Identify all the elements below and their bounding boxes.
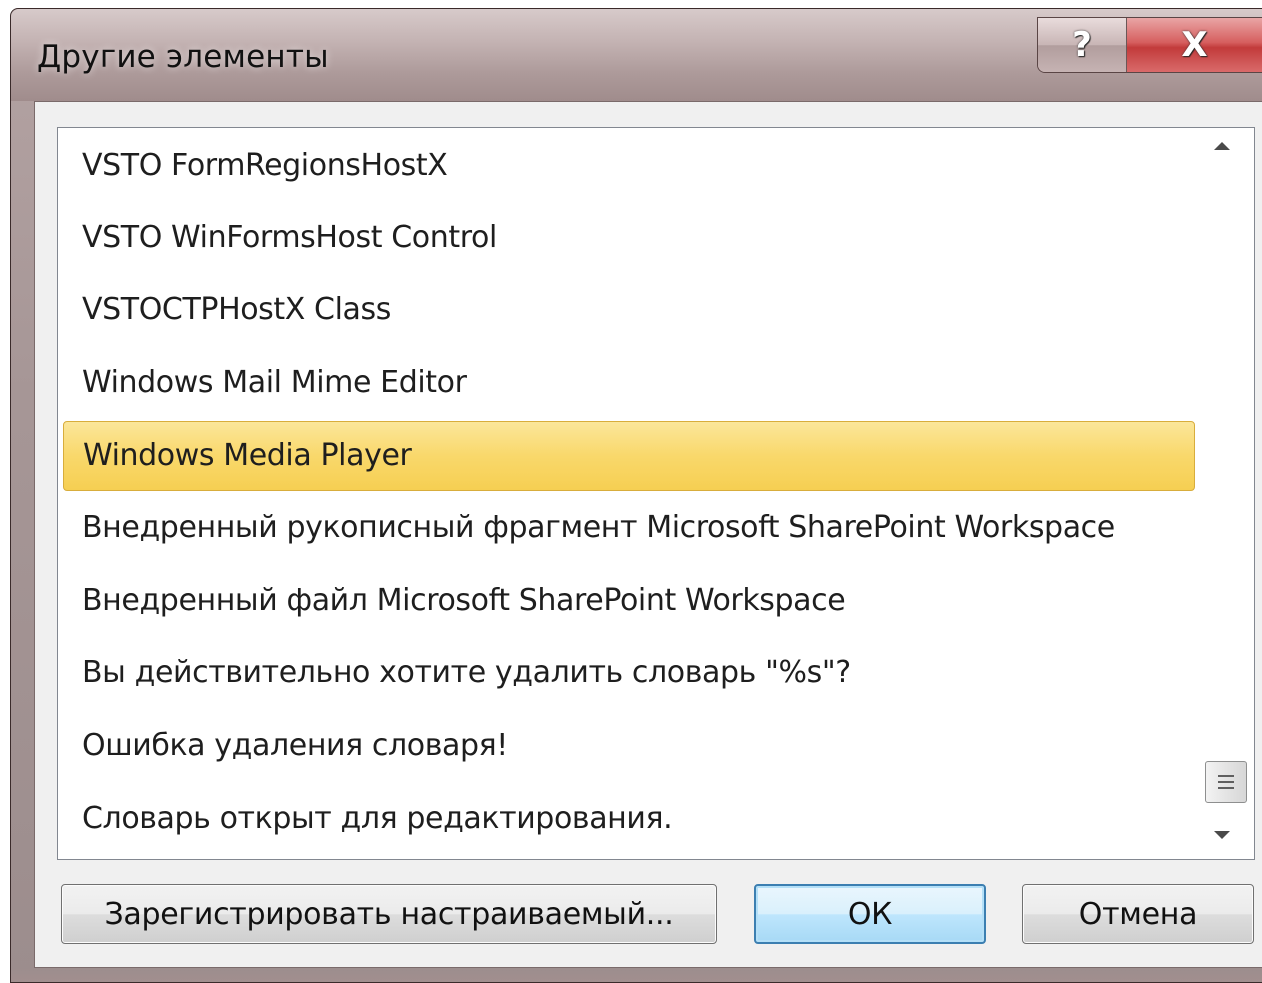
dialog-client-area: VSTO FormRegionsHostX VSTO WinFormsHost … [34,101,1262,968]
grip-line [1218,775,1234,777]
cancel-label: Отмена [1078,896,1198,932]
list-item[interactable]: VSTOCTPHostX Class [82,274,391,346]
list-item[interactable]: VSTO FormRegionsHostX [82,130,448,202]
list-item[interactable]: Словарь открыт для редактирования. [82,783,673,855]
dialog-window: Другие элементы ? X VSTO FormRegionsHost… [10,8,1262,983]
register-custom-label: Зарегистрировать настраиваемый... [104,896,674,932]
scroll-thumb[interactable] [1205,761,1247,803]
list-item-selected[interactable]: Windows Media Player [63,421,1195,491]
close-icon: X [1181,25,1208,65]
window-bottom-border [11,968,1262,982]
list-item[interactable]: Вы действительно хотите удалить словарь … [82,637,851,709]
list-item[interactable]: Внедренный файл Microsoft SharePoint Wor… [82,565,846,637]
help-icon: ? [1072,25,1092,65]
grip-line [1218,781,1234,783]
scroll-up-arrow-icon[interactable] [1214,142,1230,150]
caption-buttons: ? X [1037,17,1262,73]
list-item[interactable]: Windows Mail Mime Editor [82,347,467,419]
help-button[interactable]: ? [1038,18,1127,72]
vertical-scrollbar[interactable] [1200,128,1254,859]
list-item[interactable]: VSTO WinFormsHost Control [82,202,497,274]
register-custom-button[interactable]: Зарегистрировать настраиваемый... [61,884,717,944]
list-item[interactable]: Ошибка удаления словаря! [82,710,508,782]
scroll-down-arrow-icon[interactable] [1214,831,1230,839]
elements-listbox[interactable]: VSTO FormRegionsHostX VSTO WinFormsHost … [57,127,1255,860]
cancel-button[interactable]: Отмена [1022,884,1254,944]
ok-label: ОК [847,896,893,932]
grip-line [1218,787,1234,789]
ok-button[interactable]: ОК [754,884,986,944]
list-item[interactable]: Внедренный рукописный фрагмент Microsoft… [82,492,1115,564]
window-title: Другие элементы [37,39,329,75]
close-button[interactable]: X [1127,18,1262,72]
title-bar[interactable]: Другие элементы ? X [11,9,1262,101]
